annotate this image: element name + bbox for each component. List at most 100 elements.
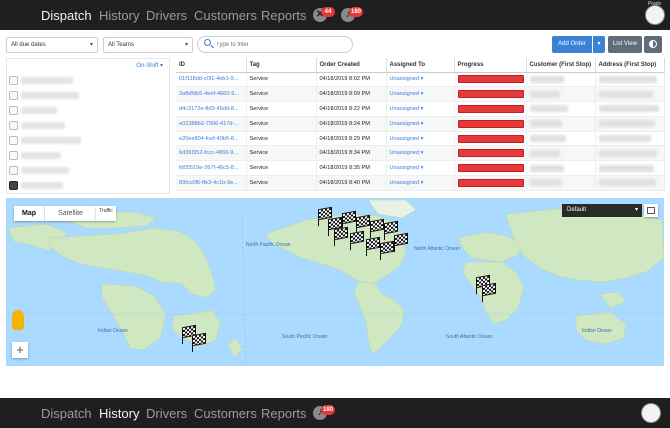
redacted-text xyxy=(529,105,568,113)
zoom-in-button[interactable]: + xyxy=(12,342,28,358)
assign-dropdown[interactable]: Unassigned ▾ xyxy=(386,131,455,147)
order-id[interactable]: 01f118dd-c0f1-4eb1-9... xyxy=(176,72,247,88)
table-row[interactable]: e20ee804-fcef-40b5-8... Service 04/18/20… xyxy=(176,131,665,147)
driver-row[interactable] xyxy=(9,148,167,162)
driver-icon xyxy=(9,76,18,85)
theme-toggle-button[interactable] xyxy=(644,36,662,53)
order-progress xyxy=(454,145,527,162)
order-id[interactable]: 6d36f352-fccc-4866-9... xyxy=(176,145,247,162)
order-customer xyxy=(526,145,596,162)
add-order-dropdown[interactable]: ▾ xyxy=(593,36,605,53)
driver-row[interactable] xyxy=(9,73,167,87)
driver-row[interactable] xyxy=(9,163,167,177)
driver-icon xyxy=(9,106,18,115)
nav-customers[interactable]: Customers xyxy=(194,8,257,24)
column-header-assigned[interactable]: Assigned To xyxy=(386,58,455,73)
map-type-map[interactable]: Map xyxy=(14,206,44,221)
assign-dropdown[interactable]: Unassigned ▾ xyxy=(386,86,455,103)
redacted-text xyxy=(598,105,659,113)
column-header-progress[interactable]: Progress xyxy=(454,58,527,73)
nav-dispatch[interactable]: Dispatch xyxy=(41,406,92,422)
driver-row[interactable] xyxy=(9,178,167,192)
order-tag: Service xyxy=(246,160,317,177)
table-row[interactable]: 3afb89b5-4eef-4660-9... Service 04/18/20… xyxy=(176,86,665,103)
redacted-text xyxy=(598,120,655,128)
column-header-customer[interactable]: Customer (First Stop) xyxy=(526,58,596,73)
assign-dropdown[interactable]: Unassigned ▾ xyxy=(386,116,455,132)
map-style-dropdown[interactable]: Default ▾ xyxy=(562,204,642,217)
notifications-button[interactable]: ♪ 180 xyxy=(341,7,367,23)
order-address xyxy=(595,86,665,103)
redacted-text xyxy=(598,179,656,187)
order-id[interactable]: 3afb89b5-4eef-4660-9... xyxy=(176,86,247,103)
map-type-satellite[interactable]: Satellite xyxy=(44,206,96,221)
order-tag: Service xyxy=(246,175,317,191)
notifications-badge: 180 xyxy=(349,7,364,17)
table-row[interactable]: d4c3172e-fbf3-45dd-8... Service 04/18/20… xyxy=(176,101,665,117)
drivers-panel: On-Shift ▾ xyxy=(6,58,170,194)
avatar[interactable] xyxy=(641,403,661,423)
assign-dropdown[interactable]: Unassigned ▾ xyxy=(386,175,455,191)
nav-customers[interactable]: Customers xyxy=(194,406,257,422)
team-filter[interactable]: All Teams ▾ xyxy=(103,37,193,53)
world-map[interactable]: North Pacific Ocean North Atlantic Ocean… xyxy=(6,198,664,366)
traffic-toggle[interactable]: Traffic xyxy=(96,206,116,221)
order-created: 04/18/2019 8:22 PM xyxy=(316,101,387,117)
assign-dropdown[interactable]: Unassigned ▾ xyxy=(386,145,455,162)
progress-bar xyxy=(457,149,524,158)
table-row[interactable]: fd05519e-267f-46c5-8... Service 04/18/20… xyxy=(176,160,665,177)
nav-drivers[interactable]: Drivers xyxy=(146,8,187,24)
shift-filter[interactable]: On-Shift ▾ xyxy=(136,62,163,69)
order-id[interactable]: 89fcc0f6-ffe3-4c1b-9e... xyxy=(176,175,247,191)
order-id[interactable]: d4c3172e-fbf3-45dd-8... xyxy=(176,101,247,117)
table-row[interactable]: 01f118dd-c0f1-4eb1-9... Service 04/18/20… xyxy=(176,72,665,88)
assign-dropdown[interactable]: Unassigned ▾ xyxy=(386,72,455,88)
search-box xyxy=(197,36,353,53)
assign-dropdown[interactable]: Unassigned ▾ xyxy=(386,160,455,177)
progress-bar xyxy=(457,75,524,84)
table-row[interactable]: e02388b2-7906-417d-... Service 04/18/201… xyxy=(176,116,665,132)
driver-row[interactable] xyxy=(9,133,167,147)
driver-row[interactable] xyxy=(9,118,167,132)
list-view-button[interactable]: List View xyxy=(608,36,642,53)
notifications-button[interactable]: ♪ 180 xyxy=(313,405,339,421)
avatar[interactable] xyxy=(645,5,665,25)
table-row[interactable]: 6d36f352-fccc-4866-9... Service 04/18/20… xyxy=(176,145,665,162)
assign-dropdown[interactable]: Unassigned ▾ xyxy=(386,101,455,117)
order-address xyxy=(595,72,665,88)
order-id[interactable]: e02388b2-7906-417d-... xyxy=(176,116,247,132)
order-created: 04/18/2019 8:29 PM xyxy=(316,131,387,147)
bottom-nav: Dispatch History Drivers Customers Repor… xyxy=(0,398,670,428)
nav-dispatch[interactable]: Dispatch xyxy=(41,8,92,24)
order-id[interactable]: e20ee804-fcef-40b5-8... xyxy=(176,131,247,147)
column-header-tag[interactable]: Tag xyxy=(246,58,317,73)
redacted-text xyxy=(21,122,65,129)
progress-bar xyxy=(457,90,524,99)
column-header-address[interactable]: Address (First Stop) xyxy=(595,58,665,73)
column-header-created[interactable]: Order Created xyxy=(316,58,387,73)
redacted-text xyxy=(529,179,562,187)
alerts-button[interactable]: ✕ 44 xyxy=(313,7,339,23)
column-header-id[interactable]: ID xyxy=(176,58,247,73)
nav-history[interactable]: History xyxy=(99,406,139,422)
nav-drivers[interactable]: Drivers xyxy=(146,406,187,422)
nav-reports[interactable]: Reports xyxy=(261,406,307,422)
street-view-pegman-icon[interactable] xyxy=(12,310,24,330)
south-pacific-label: South Pacific Ocean xyxy=(282,334,328,340)
redacted-text xyxy=(21,152,61,159)
driver-row[interactable] xyxy=(9,103,167,117)
nav-reports[interactable]: Reports xyxy=(261,8,307,24)
fullscreen-button[interactable] xyxy=(644,204,658,217)
order-customer xyxy=(526,116,596,132)
driver-row[interactable] xyxy=(9,88,167,102)
assignee-label: Unassigned xyxy=(389,105,420,112)
search-input[interactable] xyxy=(216,39,346,51)
table-row[interactable]: 89fcc0f6-ffe3-4c1b-9e... Service 04/18/2… xyxy=(176,175,665,191)
order-created: 04/18/2019 8:24 PM xyxy=(316,116,387,132)
due-date-filter[interactable]: All due dates ▾ xyxy=(6,37,98,53)
add-order-button[interactable]: Add Order xyxy=(552,36,592,53)
nav-history[interactable]: History xyxy=(99,8,139,24)
order-id[interactable]: fd05519e-267f-46c5-8... xyxy=(176,160,247,177)
order-created: 04/18/2019 8:02 PM xyxy=(316,72,387,88)
map-style-value: Default xyxy=(567,207,587,213)
